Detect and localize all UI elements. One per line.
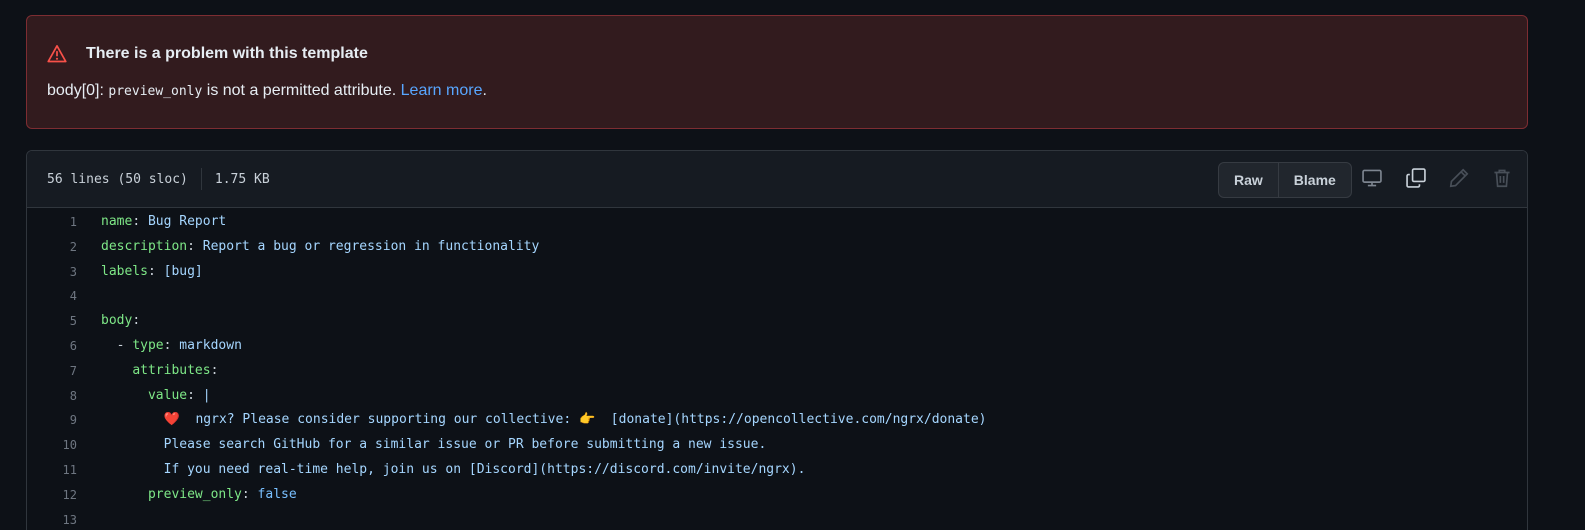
code-listing: 1 name: Bug Report 2 description: Report a …: [27, 208, 1527, 530]
yaml-value: If you need real-time help, join us on […: [163, 461, 806, 477]
yaml-key: value: [147, 387, 188, 403]
yaml-separator: :: [187, 238, 203, 254]
line-content: value: |: [101, 384, 211, 409]
code-line: 3 labels: [bug]: [27, 260, 1527, 285]
error-text: is not a permitted attribute.: [202, 82, 401, 99]
yaml-value: markdown: [179, 337, 242, 353]
code-line: 4: [27, 284, 1527, 309]
yaml-value: Please search GitHub for a similar issue…: [163, 437, 767, 453]
yaml-separator: :: [163, 337, 180, 353]
line-number[interactable]: 4: [27, 284, 77, 309]
yaml-value: false: [257, 486, 297, 502]
line-content: Please search GitHub for a similar issue…: [101, 433, 767, 458]
display-icon[interactable]: [1361, 167, 1383, 189]
error-banner-title: There is a problem with this template: [86, 45, 368, 62]
copy-icon[interactable]: [1405, 167, 1427, 189]
line-content: name: Bug Report: [101, 210, 226, 235]
indent: -: [101, 337, 133, 353]
alert-triangle-icon: [47, 44, 67, 64]
blame-button[interactable]: Blame: [1277, 163, 1351, 197]
error-path: body[0]:: [47, 82, 104, 99]
template-error-banner: There is a problem with this template bo…: [26, 15, 1528, 129]
code-line: 13: [27, 508, 1527, 530]
code-line: 10 Please search GitHub for a similar is…: [27, 433, 1527, 458]
raw-blame-group: Raw Blame: [1218, 162, 1352, 198]
code-line: 6 - type: markdown: [27, 334, 1527, 359]
line-content: preview_only: false: [101, 483, 297, 508]
line-number[interactable]: 10: [27, 433, 77, 458]
line-number[interactable]: 8: [27, 384, 77, 409]
learn-more-link[interactable]: Learn more: [401, 82, 483, 99]
code-line: 2 description: Report a bug or regression…: [27, 235, 1527, 260]
line-content: If you need real-time help, join us on […: [101, 458, 806, 483]
yaml-separator: :: [132, 214, 148, 229]
file-info-divider: [200, 168, 202, 190]
code-line: 5 body:: [27, 309, 1527, 334]
yaml-separator: :: [210, 362, 219, 378]
line-number[interactable]: 7: [27, 359, 77, 384]
error-suffix: .: [482, 82, 487, 99]
code-line: 11 If you need real-time help, join us o…: [27, 458, 1527, 483]
code-line: 12 preview_only: false: [27, 483, 1527, 508]
yaml-value: |: [202, 387, 211, 403]
code-line: 7 attributes:: [27, 359, 1527, 384]
yaml-separator: :: [187, 387, 203, 403]
line-number[interactable]: 1: [27, 210, 77, 235]
code-line: 9 ❤️ ngrx? Please consider supporting ou…: [27, 408, 1527, 433]
line-content: labels: [bug]: [101, 260, 203, 285]
file-viewer: 56 lines (50 sloc) 1.75 KB Raw Blame 1 n…: [26, 150, 1528, 530]
raw-button[interactable]: Raw: [1219, 163, 1278, 197]
file-header: 56 lines (50 sloc) 1.75 KB Raw Blame: [27, 151, 1527, 208]
line-number[interactable]: 6: [27, 334, 77, 359]
error-attribute-code: preview_only: [108, 84, 203, 99]
line-number[interactable]: 2: [27, 235, 77, 260]
line-number[interactable]: 3: [27, 260, 77, 285]
file-size: 1.75 KB: [214, 171, 270, 187]
yaml-separator: :: [147, 263, 164, 279]
file-info: 56 lines (50 sloc) 1.75 KB: [47, 151, 270, 207]
yaml-key: body: [101, 313, 133, 329]
yaml-separator: :: [132, 313, 141, 329]
yaml-key: type: [132, 337, 164, 353]
error-banner-header: There is a problem with this template: [47, 44, 368, 64]
yaml-value: [bug]: [163, 263, 203, 279]
line-content: attributes:: [101, 359, 218, 384]
yaml-key: description: [101, 238, 188, 254]
line-number[interactable]: 9: [27, 408, 77, 433]
error-banner-message: body[0]: preview_only is not a permitted…: [47, 82, 487, 100]
line-number[interactable]: 5: [27, 309, 77, 334]
yaml-key: name: [101, 214, 133, 229]
line-number[interactable]: 13: [27, 508, 77, 530]
page: There is a problem with this template bo…: [0, 0, 1585, 530]
yaml-key: preview_only: [147, 486, 242, 502]
yaml-value: ❤️ ngrx? Please consider supporting our …: [163, 412, 987, 428]
line-content: ❤️ ngrx? Please consider supporting our …: [101, 408, 987, 433]
yaml-key: labels: [101, 263, 148, 279]
file-line-count: 56 lines (50 sloc): [47, 171, 188, 187]
line-number[interactable]: 11: [27, 458, 77, 483]
yaml-separator: :: [241, 486, 258, 502]
pencil-icon[interactable]: [1448, 167, 1470, 189]
line-content: body:: [101, 309, 140, 334]
yaml-key: attributes: [132, 362, 211, 378]
yaml-value: Bug Report: [147, 214, 227, 229]
line-content: - type: markdown: [101, 334, 242, 359]
code-line: 8 value: |: [27, 384, 1527, 409]
line-number[interactable]: 12: [27, 483, 77, 508]
trash-icon[interactable]: [1491, 167, 1513, 189]
line-content: description: Report a bug or regression …: [101, 235, 539, 260]
yaml-value: Report a bug or regression in functional…: [202, 238, 540, 254]
code-line: 1 name: Bug Report: [27, 210, 1527, 235]
